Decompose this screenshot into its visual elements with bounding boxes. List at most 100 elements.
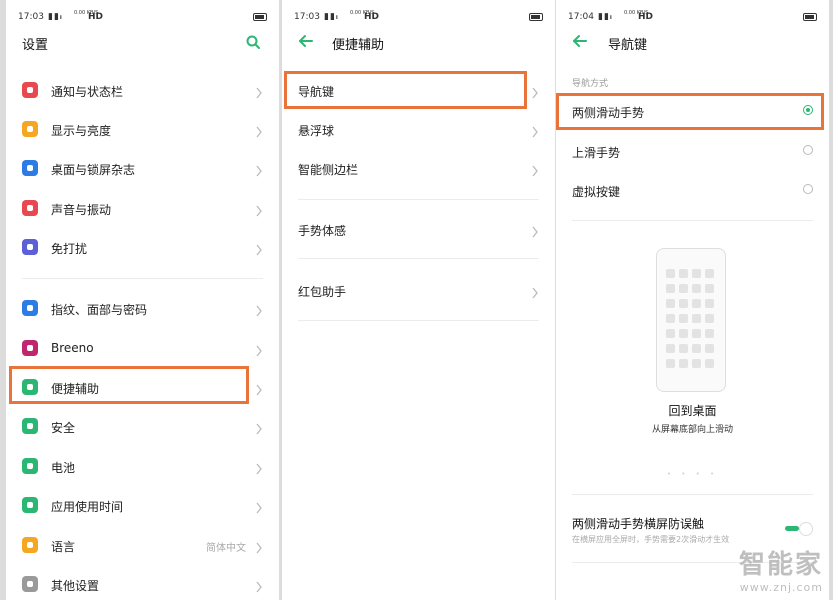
accessibility-item[interactable]: 手势体感 — [282, 211, 555, 247]
status-bar: 17:03 ▮▮ᵢ 0.00 KB/S HD — [294, 10, 543, 26]
section-label: 导航方式 — [572, 79, 609, 89]
chevron-right-icon — [255, 202, 263, 217]
chevron-right-icon — [255, 539, 263, 554]
chevron-right-icon — [255, 162, 263, 177]
signal-icon: ▮▮ᵢ — [598, 12, 613, 22]
gear-icon — [22, 576, 38, 592]
navigation-keys-panel: 17:04 ▮▮ᵢ 0.00 KB/S HD 导航键 导航方式 两侧滑动手势 上滑… — [556, 0, 829, 600]
toggle-description: 在横屏应用全屏时，手势需要2次滑动才生效 — [572, 535, 730, 544]
status-bar: 17:04 ▮▮ᵢ 0.00 KB/S HD — [568, 10, 817, 26]
hd-badge: HD — [638, 12, 654, 22]
toggle-knob — [799, 522, 813, 536]
section-divider — [572, 494, 813, 495]
back-arrow-icon[interactable] — [572, 33, 588, 49]
settings-item[interactable]: 声音与振动 — [6, 190, 279, 226]
pager-dots[interactable]: • • • • — [556, 470, 829, 478]
gesture-preview-phone — [656, 248, 726, 392]
section-divider — [298, 320, 539, 321]
battery-icon — [529, 13, 543, 21]
settings-item[interactable]: 指纹、面部与密码 — [6, 290, 279, 326]
nav-option[interactable]: 上滑手势 — [556, 133, 829, 169]
battery-icon — [22, 458, 38, 474]
chevron-right-icon — [255, 499, 263, 514]
volume-icon — [22, 200, 38, 216]
page-title: 导航键 — [608, 38, 648, 53]
signal-icon: ▮▮ᵢ — [324, 12, 339, 22]
accessibility-item[interactable]: 智能侧边栏 — [282, 150, 555, 186]
settings-item-label: 桌面与锁屏杂志 — [51, 163, 136, 177]
nav-option[interactable]: 虚拟按键 — [556, 172, 829, 208]
landscape-protection-toggle[interactable] — [785, 522, 813, 536]
section-divider — [572, 220, 813, 221]
settings-item-label: Breeno — [51, 341, 94, 355]
language-icon — [22, 537, 38, 553]
chevron-right-icon — [255, 381, 263, 396]
accessibility-item[interactable]: 悬浮球 — [282, 111, 555, 147]
settings-item[interactable]: 桌面与锁屏杂志 — [6, 150, 279, 186]
chevron-right-icon — [531, 123, 539, 138]
status-bar: 17:03 ▮▮ᵢ 0.00 KB/S HD — [18, 10, 267, 26]
battery-icon — [253, 13, 267, 21]
accessibility-item[interactable]: 红包助手 — [282, 272, 555, 308]
settings-item[interactable]: 安全 — [6, 408, 279, 444]
chevron-right-icon — [531, 284, 539, 299]
page-title: 便捷辅助 — [332, 38, 385, 53]
preview-subtitle: 从屏幕底部向上滑动 — [651, 425, 733, 435]
settings-item-label: 应用使用时间 — [51, 500, 124, 514]
chevron-right-icon — [255, 342, 263, 357]
search-icon[interactable] — [245, 34, 261, 50]
settings-item-label: 电池 — [51, 461, 76, 475]
settings-item[interactable]: 应用使用时间 — [6, 487, 279, 523]
watermark: 智能家 www.znj.com — [739, 544, 823, 594]
chevron-right-icon — [255, 302, 263, 317]
chevron-right-icon — [255, 123, 263, 138]
settings-item[interactable]: 免打扰 — [6, 229, 279, 265]
settings-item-label: 安全 — [51, 421, 76, 435]
radio-button[interactable] — [803, 145, 813, 155]
settings-item-label: 免打扰 — [51, 242, 88, 256]
settings-item[interactable]: 语言 简体中文 — [6, 527, 279, 563]
status-time: 17:03 — [294, 12, 320, 22]
chevron-right-icon — [531, 84, 539, 99]
settings-item-label: 语言 — [51, 540, 76, 554]
radio-button[interactable] — [803, 184, 813, 194]
toggle-track — [785, 526, 799, 531]
settings-item[interactable]: 电池 — [6, 448, 279, 484]
section-divider — [298, 258, 539, 259]
settings-item[interactable]: 其他设置 — [6, 566, 279, 600]
chevron-right-icon — [255, 460, 263, 475]
highlight-box — [9, 366, 249, 404]
hd-badge: HD — [364, 12, 380, 22]
chevron-right-icon — [255, 84, 263, 99]
chevron-right-icon — [531, 162, 539, 177]
settings-item[interactable]: 通知与状态栏 — [6, 72, 279, 108]
hd-badge: HD — [88, 12, 104, 22]
bell-icon — [22, 82, 38, 98]
nav-option-label: 虚拟按键 — [572, 185, 621, 199]
settings-item-label: 通知与状态栏 — [51, 85, 124, 99]
chevron-right-icon — [255, 578, 263, 593]
app-grid — [666, 269, 714, 368]
highlight-box — [556, 93, 824, 130]
accessibility-panel: 17:03 ▮▮ᵢ 0.00 KB/S HD 便捷辅助 导航键 悬浮球 智能侧边栏手… — [282, 0, 555, 600]
highlight-box — [284, 71, 527, 109]
breeno-icon — [22, 340, 38, 356]
section-divider — [298, 199, 539, 200]
settings-item-label: 指纹、面部与密码 — [51, 303, 148, 317]
section-divider — [22, 278, 263, 279]
watermark-main: 智能家 — [738, 550, 823, 580]
settings-item[interactable]: 显示与亮度 — [6, 111, 279, 147]
status-time: 17:03 — [18, 12, 44, 22]
chevron-right-icon — [531, 223, 539, 238]
settings-item[interactable]: Breeno — [6, 330, 279, 366]
moon-icon — [22, 239, 38, 255]
accessibility-item-label: 悬浮球 — [298, 124, 335, 138]
back-arrow-icon[interactable] — [298, 33, 314, 49]
accessibility-item-label: 智能侧边栏 — [298, 163, 359, 177]
preview-title: 回到桌面 — [668, 404, 717, 418]
status-time: 17:04 — [568, 12, 594, 22]
accessibility-item-label: 红包助手 — [298, 285, 347, 299]
page-title: 设置 — [22, 38, 49, 53]
settings-item-label: 显示与亮度 — [51, 124, 112, 138]
settings-panel: 17:03 ▮▮ᵢ 0.00 KB/S HD 设置 通知与状态栏 显示与亮度桌面与… — [6, 0, 279, 600]
